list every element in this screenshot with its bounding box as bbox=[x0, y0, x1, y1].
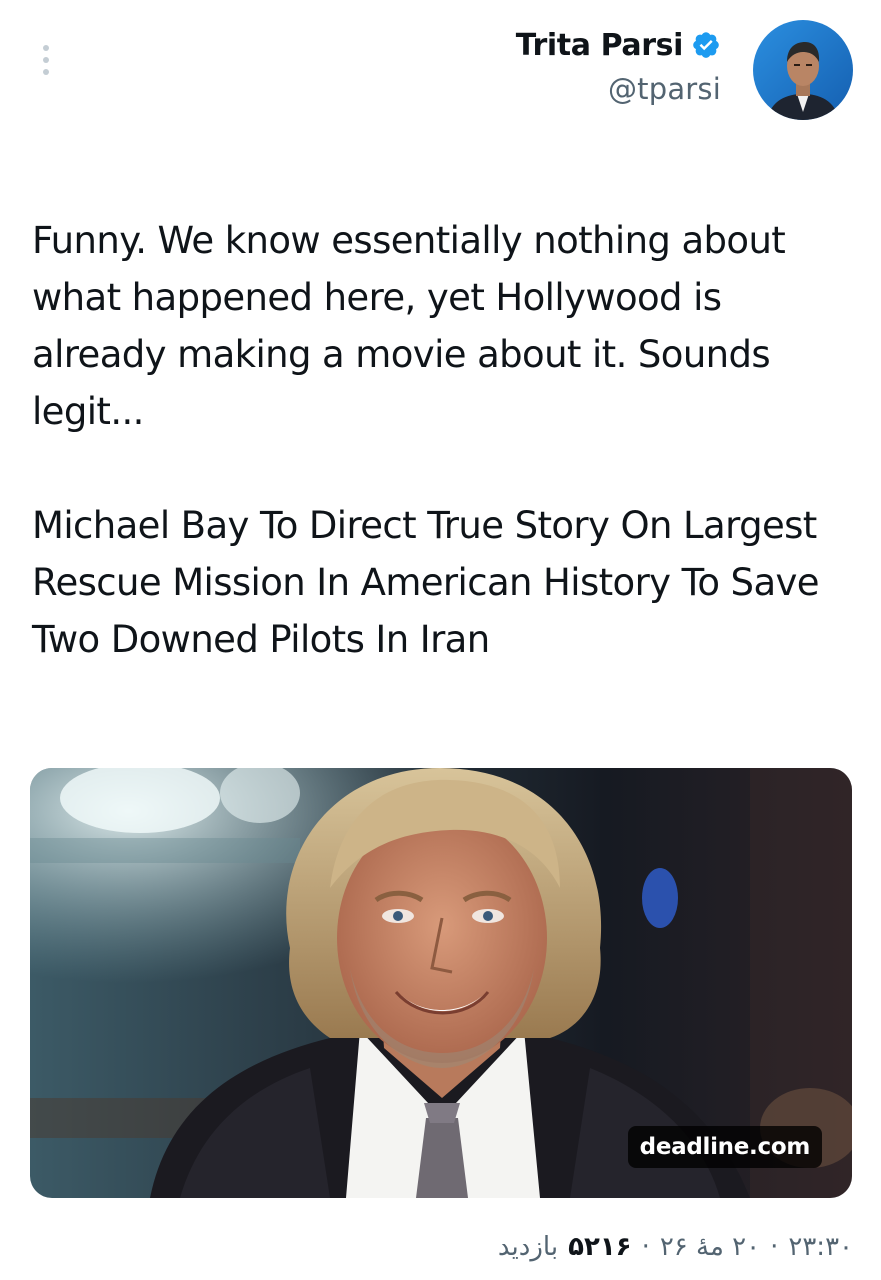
views-label: بازدید bbox=[497, 1232, 559, 1262]
author-name[interactable]: Trita Parsi bbox=[516, 28, 684, 63]
views-count: ۵۲۱۶ bbox=[568, 1232, 632, 1262]
meta-separator: · bbox=[641, 1232, 650, 1262]
verified-badge-icon bbox=[693, 32, 719, 58]
author-info[interactable]: Trita Parsi @tparsi bbox=[516, 22, 721, 107]
link-domain-badge: deadline.com bbox=[627, 1126, 822, 1168]
author-handle[interactable]: @tparsi bbox=[516, 72, 721, 106]
tweet-date[interactable]: ۲۰ مهٔ ۲۶ bbox=[660, 1232, 760, 1262]
more-options-icon[interactable] bbox=[34, 40, 58, 80]
dot bbox=[43, 69, 49, 75]
meta-separator: · bbox=[770, 1232, 779, 1262]
tweet-text-paragraph: Funny. We know essentially nothing about… bbox=[32, 219, 786, 433]
dot bbox=[43, 57, 49, 63]
avatar[interactable] bbox=[753, 20, 853, 120]
tweet-link-title: Michael Bay To Direct True Story On Larg… bbox=[32, 504, 820, 661]
avatar-image bbox=[753, 20, 853, 120]
tweet-text: Funny. We know essentially nothing about… bbox=[32, 212, 832, 668]
tweet-time[interactable]: ۲۳:۳۰ bbox=[788, 1232, 853, 1262]
author-name-row: Trita Parsi bbox=[516, 22, 721, 68]
dot bbox=[43, 45, 49, 51]
link-card[interactable]: deadline.com bbox=[30, 768, 852, 1198]
tweet-detail-screen: Trita Parsi @tparsi Funny. We know essen… bbox=[0, 0, 881, 1280]
tweet-meta: ۲۳:۳۰ · ۲۰ مهٔ ۲۶ · ۵۲۱۶ بازدید bbox=[498, 1232, 853, 1262]
